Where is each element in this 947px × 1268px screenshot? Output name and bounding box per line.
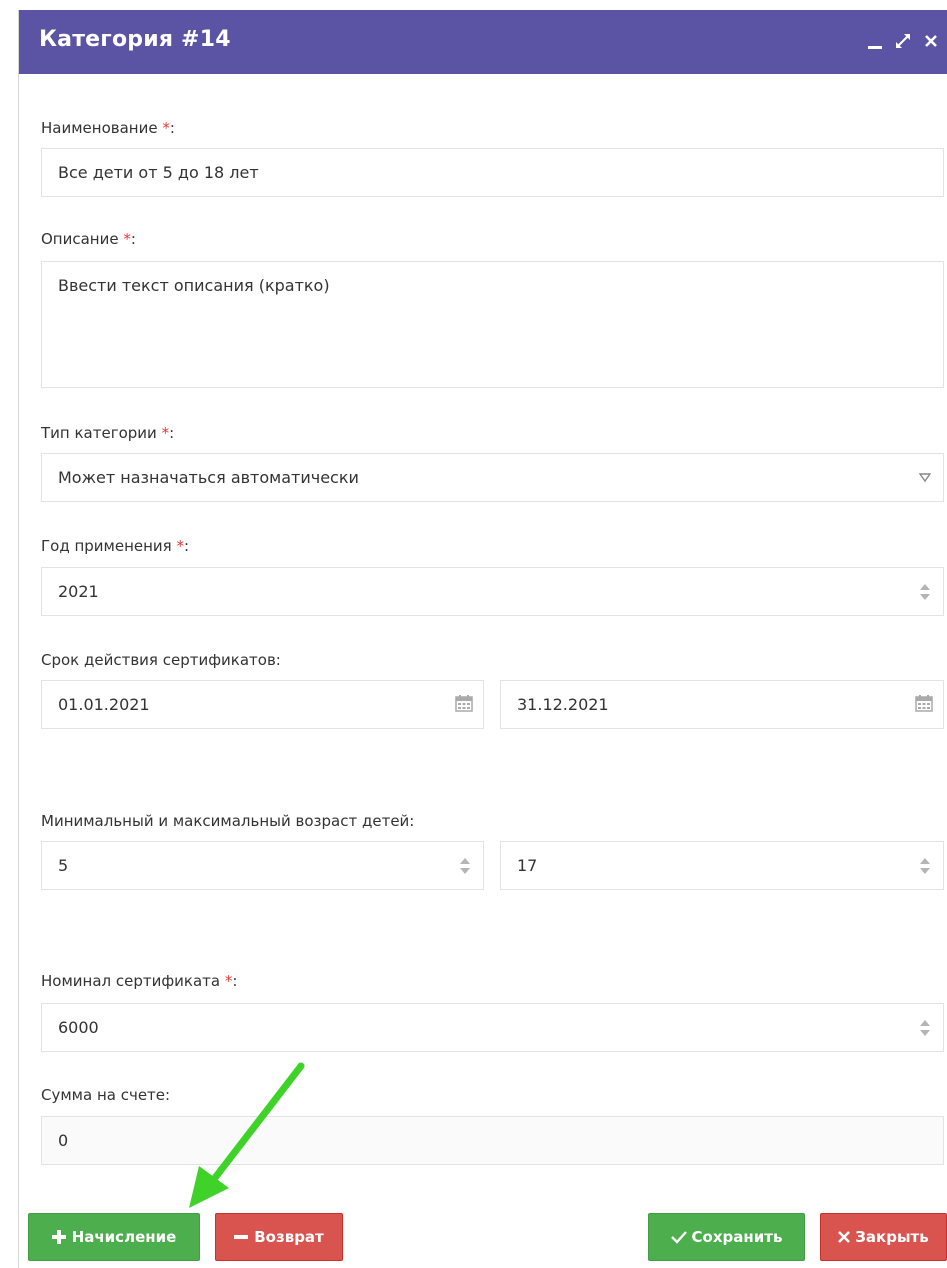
- window-titlebar: Категория #14: [19, 10, 947, 74]
- check-icon: [670, 1231, 687, 1244]
- required-mark: *: [162, 119, 170, 137]
- description-textarea[interactable]: Ввести текст описания (кратко): [41, 261, 944, 388]
- balance-value: 0: [58, 1131, 69, 1150]
- plus-icon: [51, 1230, 66, 1244]
- save-button[interactable]: Сохранить: [648, 1213, 805, 1261]
- expand-icon: [896, 34, 910, 48]
- age-min-input[interactable]: 5: [41, 841, 484, 890]
- spinner-arrows-icon[interactable]: [919, 1018, 931, 1038]
- name-label: Наименование *:: [41, 119, 175, 137]
- minimize-icon: [868, 46, 882, 49]
- spinner-arrows-icon[interactable]: [919, 582, 931, 602]
- validity-label: Срок действия сертификатов:: [41, 651, 281, 669]
- save-button-label: Сохранить: [691, 1228, 783, 1246]
- close-button[interactable]: Закрыть: [820, 1213, 947, 1261]
- year-input[interactable]: 2021: [41, 567, 944, 616]
- age-max-value: 17: [517, 856, 538, 875]
- validity-from-input[interactable]: 01.01.2021: [41, 680, 484, 729]
- label-suffix: :: [183, 537, 190, 555]
- year-label: Год применения *:: [41, 537, 189, 555]
- balance-field: 0: [41, 1116, 944, 1165]
- dropdown-triangle-icon: [919, 473, 931, 483]
- age-label: Минимальный и максимальный возраст детей…: [41, 812, 415, 830]
- spinner-arrows-icon[interactable]: [919, 856, 931, 876]
- refund-button-label: Возврат: [254, 1228, 324, 1246]
- label-suffix: :: [232, 972, 238, 990]
- age-max-input[interactable]: 17: [500, 841, 944, 890]
- minimize-button[interactable]: [864, 27, 886, 55]
- nominal-value: 6000: [58, 1018, 99, 1037]
- spinner-arrows-icon[interactable]: [459, 856, 471, 876]
- age-min-value: 5: [58, 856, 69, 875]
- close-window-button[interactable]: [920, 27, 942, 55]
- validity-to-input[interactable]: 31.12.2021: [500, 680, 944, 729]
- label-suffix: :: [169, 119, 175, 137]
- calendar-icon[interactable]: [915, 694, 933, 712]
- nominal-label: Номинал сертификата *:: [41, 972, 237, 990]
- maximize-button[interactable]: [892, 27, 914, 55]
- required-mark: *: [176, 537, 184, 555]
- required-mark: *: [123, 230, 131, 248]
- description-label: Описание *:: [41, 230, 136, 248]
- close-icon: [925, 35, 937, 47]
- category-type-label: Тип категории *:: [41, 424, 174, 442]
- label-suffix: :: [130, 230, 136, 248]
- name-value: Все дети от 5 до 18 лет: [58, 163, 259, 182]
- balance-label: Сумма на счете:: [41, 1086, 171, 1104]
- label-suffix: :: [169, 424, 175, 442]
- refund-button[interactable]: Возврат: [215, 1213, 343, 1261]
- nominal-label-text: Номинал сертификата: [41, 972, 221, 990]
- validity-from-value: 01.01.2021: [58, 695, 150, 714]
- description-label-text: Описание: [41, 230, 119, 248]
- calendar-icon[interactable]: [455, 694, 473, 712]
- category-window: Категория #14 Наименование *: Все дети о…: [18, 10, 947, 1268]
- close-button-label: Закрыть: [855, 1228, 929, 1246]
- category-type-label-text: Тип категории: [41, 424, 157, 442]
- nominal-input[interactable]: 6000: [41, 1003, 944, 1052]
- accrual-button-label: Начисление: [71, 1228, 177, 1246]
- category-type-value: Может назначаться автоматически: [58, 468, 359, 487]
- accrual-button[interactable]: Начисление: [28, 1213, 200, 1261]
- validity-to-value: 31.12.2021: [517, 695, 609, 714]
- category-type-select[interactable]: Может назначаться автоматически: [41, 453, 944, 502]
- window-title: Категория #14: [39, 27, 231, 52]
- year-value: 2021: [58, 582, 99, 601]
- name-input[interactable]: Все дети от 5 до 18 лет: [41, 148, 944, 197]
- required-mark: *: [161, 424, 170, 442]
- name-label-text: Наименование: [41, 119, 158, 137]
- x-icon: [838, 1231, 851, 1243]
- window-controls: [864, 26, 942, 56]
- description-value: Ввести текст описания (кратко): [58, 276, 330, 295]
- year-label-text: Год применения: [41, 537, 172, 555]
- minus-icon: [234, 1235, 249, 1239]
